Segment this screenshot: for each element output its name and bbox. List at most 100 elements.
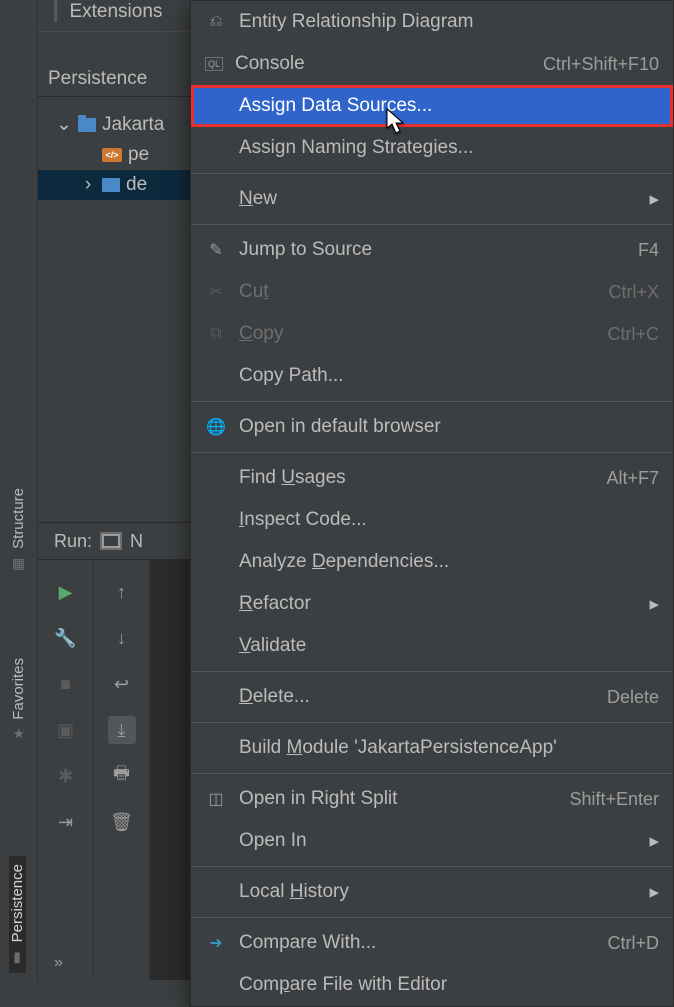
camera-button[interactable]: ▣	[52, 716, 80, 744]
menu-label: Analyze Dependencies...	[239, 551, 659, 573]
menu-shortcut: Ctrl+D	[607, 933, 659, 954]
compare-icon: ➜	[205, 933, 227, 953]
menu-item-assign-data-sources[interactable]: Assign Data Sources...	[191, 85, 673, 127]
menu-label: Copy Path...	[239, 365, 659, 387]
menu-item-cut: ✂ Cut Ctrl+X	[191, 271, 673, 313]
persistence-tool-window: Persistence ⌄ Jakarta </> pe › de	[38, 62, 190, 200]
trash-button[interactable]: 🗑	[108, 808, 136, 836]
rail-tab-persistence[interactable]: ▮Persistence	[9, 856, 28, 973]
menu-item-build-module[interactable]: Build Module 'JakartaPersistenceApp'	[191, 727, 673, 769]
more-button[interactable]: »	[54, 954, 65, 972]
stop-button[interactable]: ■	[52, 670, 80, 698]
menu-label: Local History	[239, 881, 637, 903]
module-icon	[78, 118, 96, 132]
menu-item-compare-editor[interactable]: Compare File with Editor	[191, 964, 673, 1006]
menu-label: Assign Naming Strategies...	[239, 137, 659, 159]
persistence-title[interactable]: Persistence	[38, 62, 190, 97]
menu-separator	[191, 224, 673, 225]
persistence-tree: ⌄ Jakarta </> pe › de	[38, 97, 190, 200]
run-tab-name: N	[130, 531, 143, 552]
menu-label: Cut	[239, 281, 596, 303]
extensions-grip-icon: ┃	[50, 0, 61, 23]
run-toolbar-col-2: ↑ ↓ ↩ ⤓ 🖶 🗑	[94, 560, 150, 980]
wrench-button[interactable]: 🔧	[52, 624, 80, 652]
submenu-arrow-icon: ▸	[649, 881, 659, 904]
menu-item-open-browser[interactable]: 🌐 Open in default browser	[191, 406, 673, 448]
extensions-header[interactable]: ┃ Extensions	[38, 0, 190, 32]
pencil-icon: ✎	[205, 240, 227, 260]
menu-label: Find Usages	[239, 467, 594, 489]
scroll-to-end-button[interactable]: ⤓	[108, 716, 136, 744]
up-arrow-button[interactable]: ↑	[108, 578, 136, 606]
menu-shortcut: Ctrl+C	[607, 324, 659, 345]
print-button[interactable]: 🖶	[108, 762, 136, 790]
menu-item-validate[interactable]: Validate	[191, 625, 673, 667]
console-gutter	[150, 560, 190, 980]
menu-label: Inspect Code...	[239, 509, 659, 531]
tree-node-de[interactable]: › de	[38, 170, 190, 200]
menu-label: Console	[235, 53, 531, 75]
menu-label: Build Module 'JakartaPersistenceApp'	[239, 737, 659, 759]
menu-item-open-right-split[interactable]: ◫ Open in Right Split Shift+Enter	[191, 778, 673, 820]
soft-wrap-button[interactable]: ↩	[108, 670, 136, 698]
menu-shortcut: Shift+Enter	[569, 789, 659, 810]
menu-shortcut: Alt+F7	[606, 468, 659, 489]
tool-window-rail: ▦Structure ★ Favorites ▮Persistence	[0, 0, 38, 983]
menu-item-jump-to-source[interactable]: ✎ Jump to Source F4	[191, 229, 673, 271]
persistence-icon: ▮	[14, 948, 22, 965]
star-icon: ★	[12, 726, 25, 743]
menu-item-compare-with[interactable]: ➜ Compare With... Ctrl+D	[191, 922, 673, 964]
menu-separator	[191, 173, 673, 174]
persistence-xml-icon: </>	[102, 148, 122, 162]
menu-separator	[191, 452, 673, 453]
menu-separator	[191, 866, 673, 867]
globe-icon: 🌐	[205, 417, 227, 437]
menu-item-console[interactable]: QL Console Ctrl+Shift+F10	[191, 43, 673, 85]
submenu-arrow-icon: ▸	[649, 188, 659, 211]
menu-item-assign-naming[interactable]: Assign Naming Strategies...	[191, 127, 673, 169]
tree-node-root[interactable]: ⌄ Jakarta	[38, 109, 190, 140]
folder-icon	[102, 178, 120, 192]
run-play-button[interactable]: ▶	[52, 578, 80, 606]
rail-tab-structure[interactable]: ▦Structure	[10, 480, 27, 580]
run-tool-tab[interactable]: Run: N	[38, 522, 190, 560]
menu-separator	[191, 773, 673, 774]
chevron-right-icon[interactable]: ›	[80, 174, 96, 196]
menu-item-open-in[interactable]: Open In ▸	[191, 820, 673, 862]
menu-label: Entity Relationship Diagram	[239, 11, 659, 33]
menu-item-erd[interactable]: ⎌ Entity Relationship Diagram	[191, 1, 673, 43]
menu-item-copy: ⧉ Copy Ctrl+C	[191, 313, 673, 355]
menu-shortcut: Ctrl+Shift+F10	[543, 54, 659, 75]
menu-separator	[191, 401, 673, 402]
menu-label: Open in Right Split	[239, 788, 557, 810]
menu-item-inspect-code[interactable]: Inspect Code...	[191, 499, 673, 541]
menu-item-delete[interactable]: Delete... Delete	[191, 676, 673, 718]
down-arrow-button[interactable]: ↓	[108, 624, 136, 652]
exit-button[interactable]: ⇥	[52, 808, 80, 836]
menu-label: Refactor	[239, 593, 637, 615]
menu-label: New	[239, 188, 637, 210]
menu-label: Compare With...	[239, 932, 595, 954]
submenu-arrow-icon: ▸	[649, 593, 659, 616]
rail-tab-favorites[interactable]: ★ Favorites	[10, 650, 27, 751]
submenu-arrow-icon: ▸	[649, 830, 659, 853]
menu-item-refactor[interactable]: Refactor ▸	[191, 583, 673, 625]
menu-item-analyze-dependencies[interactable]: Analyze Dependencies...	[191, 541, 673, 583]
menu-item-copy-path[interactable]: Copy Path...	[191, 355, 673, 397]
tree-label-pe: pe	[128, 144, 149, 166]
menu-item-new[interactable]: New ▸	[191, 178, 673, 220]
menu-item-find-usages[interactable]: Find Usages Alt+F7	[191, 457, 673, 499]
bug-button[interactable]: ✱	[52, 762, 80, 790]
menu-shortcut: F4	[638, 240, 659, 261]
menu-label: Open In	[239, 830, 637, 852]
tree-label-de: de	[126, 174, 147, 196]
tree-node-pe[interactable]: </> pe	[38, 140, 190, 170]
chevron-down-icon[interactable]: ⌄	[56, 113, 72, 136]
menu-label: Validate	[239, 635, 659, 657]
menu-label: Copy	[239, 323, 595, 345]
menu-shortcut: Ctrl+X	[608, 282, 659, 303]
run-label: Run:	[54, 531, 92, 552]
rail-label-favorites: Favorites	[10, 658, 27, 720]
menu-separator	[191, 917, 673, 918]
menu-item-local-history[interactable]: Local History ▸	[191, 871, 673, 913]
